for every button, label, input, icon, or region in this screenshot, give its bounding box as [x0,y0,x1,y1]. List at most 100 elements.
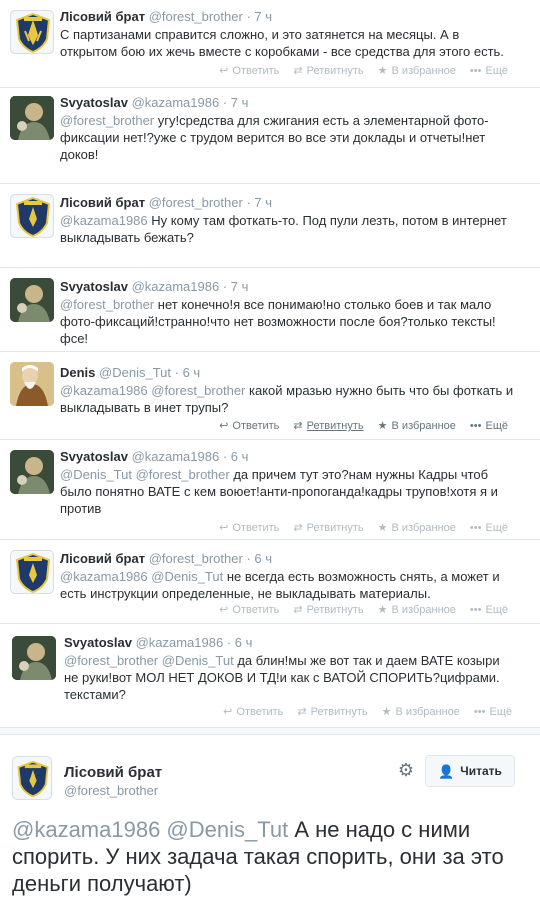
tweet-username[interactable]: @forest_brother [149,551,243,566]
retweet-button[interactable]: ⇄ Ретвитнуть [293,418,363,435]
avatar[interactable] [12,756,52,800]
tweet-username[interactable]: @forest_brother [149,195,243,210]
favorite-button[interactable]: ★ В избранное [378,418,456,435]
tweet-mention[interactable]: @Denis_Tut @forest_brother [60,467,230,482]
reply-button[interactable]: ↩ Ответить [219,602,279,619]
more-button[interactable]: ••• Ещё [470,418,508,435]
reply-label: Ответить [232,604,280,616]
tweet-time[interactable]: 7 ч [254,9,272,24]
more-button[interactable]: ••• Ещё [470,63,508,80]
avatar[interactable] [10,550,54,594]
tweet-time[interactable]: 7 ч [254,195,272,210]
tweet-mention[interactable]: @kazama1986 @forest_brother [60,383,245,398]
favorite-button[interactable]: ★ В избранное [378,602,456,619]
tweet[interactable]: Svyatoslav @kazama1986 · 6 ч @forest_bro… [0,624,540,727]
separator: · [171,365,183,380]
favorite-button[interactable]: ★ В избранное [378,63,456,80]
detail-username[interactable]: @forest_brother [64,782,158,799]
favorite-label: В избранное [391,65,456,77]
reply-button[interactable]: ↩ Ответить [219,418,279,435]
avatar[interactable] [10,450,54,494]
retweet-button[interactable]: ⇄ Ретвитнуть [293,63,363,80]
tweet-mention[interactable]: @kazama1986 @Denis_Tut [60,569,223,584]
reply-button[interactable]: ↩ Ответить [219,63,279,80]
tweet-mention[interactable]: @forest_brother [60,113,154,128]
retweet-label: Ретвитнуть [306,522,364,534]
retweet-label: Ретвитнуть [306,65,364,77]
tweet-text: @kazama1986 Ну кому там фоткать-то. Под … [60,212,516,246]
detail-fullname[interactable]: Лісовий брат [64,764,162,781]
tweet-fullname[interactable]: Svyatoslav [60,279,128,294]
avatar[interactable] [10,278,54,322]
tweet-fullname[interactable]: Лісовий брат [60,551,145,566]
avatar[interactable] [12,636,56,680]
star-icon: ★ [377,604,388,616]
star-icon: ★ [381,706,392,718]
separator: · [242,551,255,566]
tweet-mention[interactable]: @kazama1986 [60,213,148,228]
avatar[interactable] [10,194,54,238]
tweet-fullname[interactable]: Лісовий брат [60,9,145,24]
retweet-button[interactable]: ⇄ Ретвитнуть [297,704,367,721]
tweet-fullname[interactable]: Svyatoslav [64,635,132,650]
tweet-time[interactable]: 7 ч [231,95,249,110]
tweet[interactable]: Denis @Denis_Tut · 6 ч @kazama1986 @fore… [0,352,540,440]
reply-icon: ↩ [219,65,229,77]
more-button[interactable]: ••• Ещё [474,704,512,721]
more-icon: ••• [473,706,486,718]
tweet-username[interactable]: @kazama1986 [132,95,220,110]
tweet-time[interactable]: 6 ч [254,551,272,566]
more-button[interactable]: ••• Ещё [470,602,508,619]
follow-button[interactable]: 👤 Читать [425,755,515,787]
tweet[interactable]: Лісовий брат @forest_brother · 7 ч @kaza… [0,184,540,268]
tweet-fullname[interactable]: Лісовий брат [60,195,145,210]
tweet-username[interactable]: @kazama1986 [136,635,224,650]
tweet[interactable]: Svyatoslav @kazama1986 · 7 ч @forest_bro… [0,88,540,184]
follow-user-icon: 👤 [438,763,455,779]
reply-label: Ответить [232,65,280,77]
favorite-button[interactable]: ★ В избранное [382,704,460,721]
tweet[interactable]: Лісовий брат @forest_brother · 7 ч С пар… [0,0,540,88]
tweet-mention[interactable]: @forest_brother [60,297,154,312]
more-label: Ещё [485,65,508,77]
tweet-username[interactable]: @kazama1986 [132,279,220,294]
tweet-username[interactable]: @forest_brother [149,9,243,24]
star-icon: ★ [377,522,388,534]
tweet[interactable]: Svyatoslav @kazama1986 · 7 ч @forest_bro… [0,268,540,352]
avatar[interactable] [10,362,54,406]
portrait-icon [10,450,54,494]
tweet[interactable]: Лісовий брат @forest_brother · 6 ч @kaza… [0,540,540,624]
avatar[interactable] [10,96,54,140]
tweet-time[interactable]: 6 ч [231,449,249,464]
tweet-time[interactable]: 6 ч [183,365,201,380]
star-icon: ★ [377,65,388,77]
tweet[interactable]: Svyatoslav @kazama1986 · 6 ч @Denis_Tut … [0,440,540,540]
avatar[interactable] [10,10,54,54]
retweet-icon: ⇄ [297,706,307,718]
portrait-icon [10,96,54,140]
tweet-username[interactable]: @kazama1986 [132,449,220,464]
tweet-text: @forest_brother @Denis_Tut да блин!мы же… [64,652,516,703]
detail-mention[interactable]: @kazama1986 @Denis_Tut [12,817,288,842]
tweet-text: @forest_brother угу!средства для сжигани… [60,112,516,163]
tweet-fullname[interactable]: Svyatoslav [60,449,128,464]
retweet-button[interactable]: ⇄ Ретвитнуть [293,602,363,619]
tweet-fullname[interactable]: Svyatoslav [60,95,128,110]
retweet-button[interactable]: ⇄ Ретвитнуть [293,520,363,537]
tweet-time[interactable]: 7 ч [231,279,249,294]
reply-button[interactable]: ↩ Ответить [219,520,279,537]
tweet-username[interactable]: @Denis_Tut [99,365,171,380]
gear-icon[interactable]: ⚙ [396,760,416,780]
tweet-fullname[interactable]: Denis [60,365,95,380]
more-button[interactable]: ••• Ещё [470,520,508,537]
tweet-mention[interactable]: @forest_brother @Denis_Tut [64,653,234,668]
favorite-button[interactable]: ★ В избранное [378,520,456,537]
tweet-time[interactable]: 6 ч [235,635,253,650]
retweet-icon: ⇄ [293,420,303,432]
detail-text: @kazama1986 @Denis_Tut А не надо с ними … [12,816,532,897]
reply-icon: ↩ [223,706,233,718]
reply-button[interactable]: ↩ Ответить [223,704,283,721]
shield-logo-icon [15,552,51,593]
favorite-label: В избранное [391,522,456,534]
more-label: Ещё [485,604,508,616]
